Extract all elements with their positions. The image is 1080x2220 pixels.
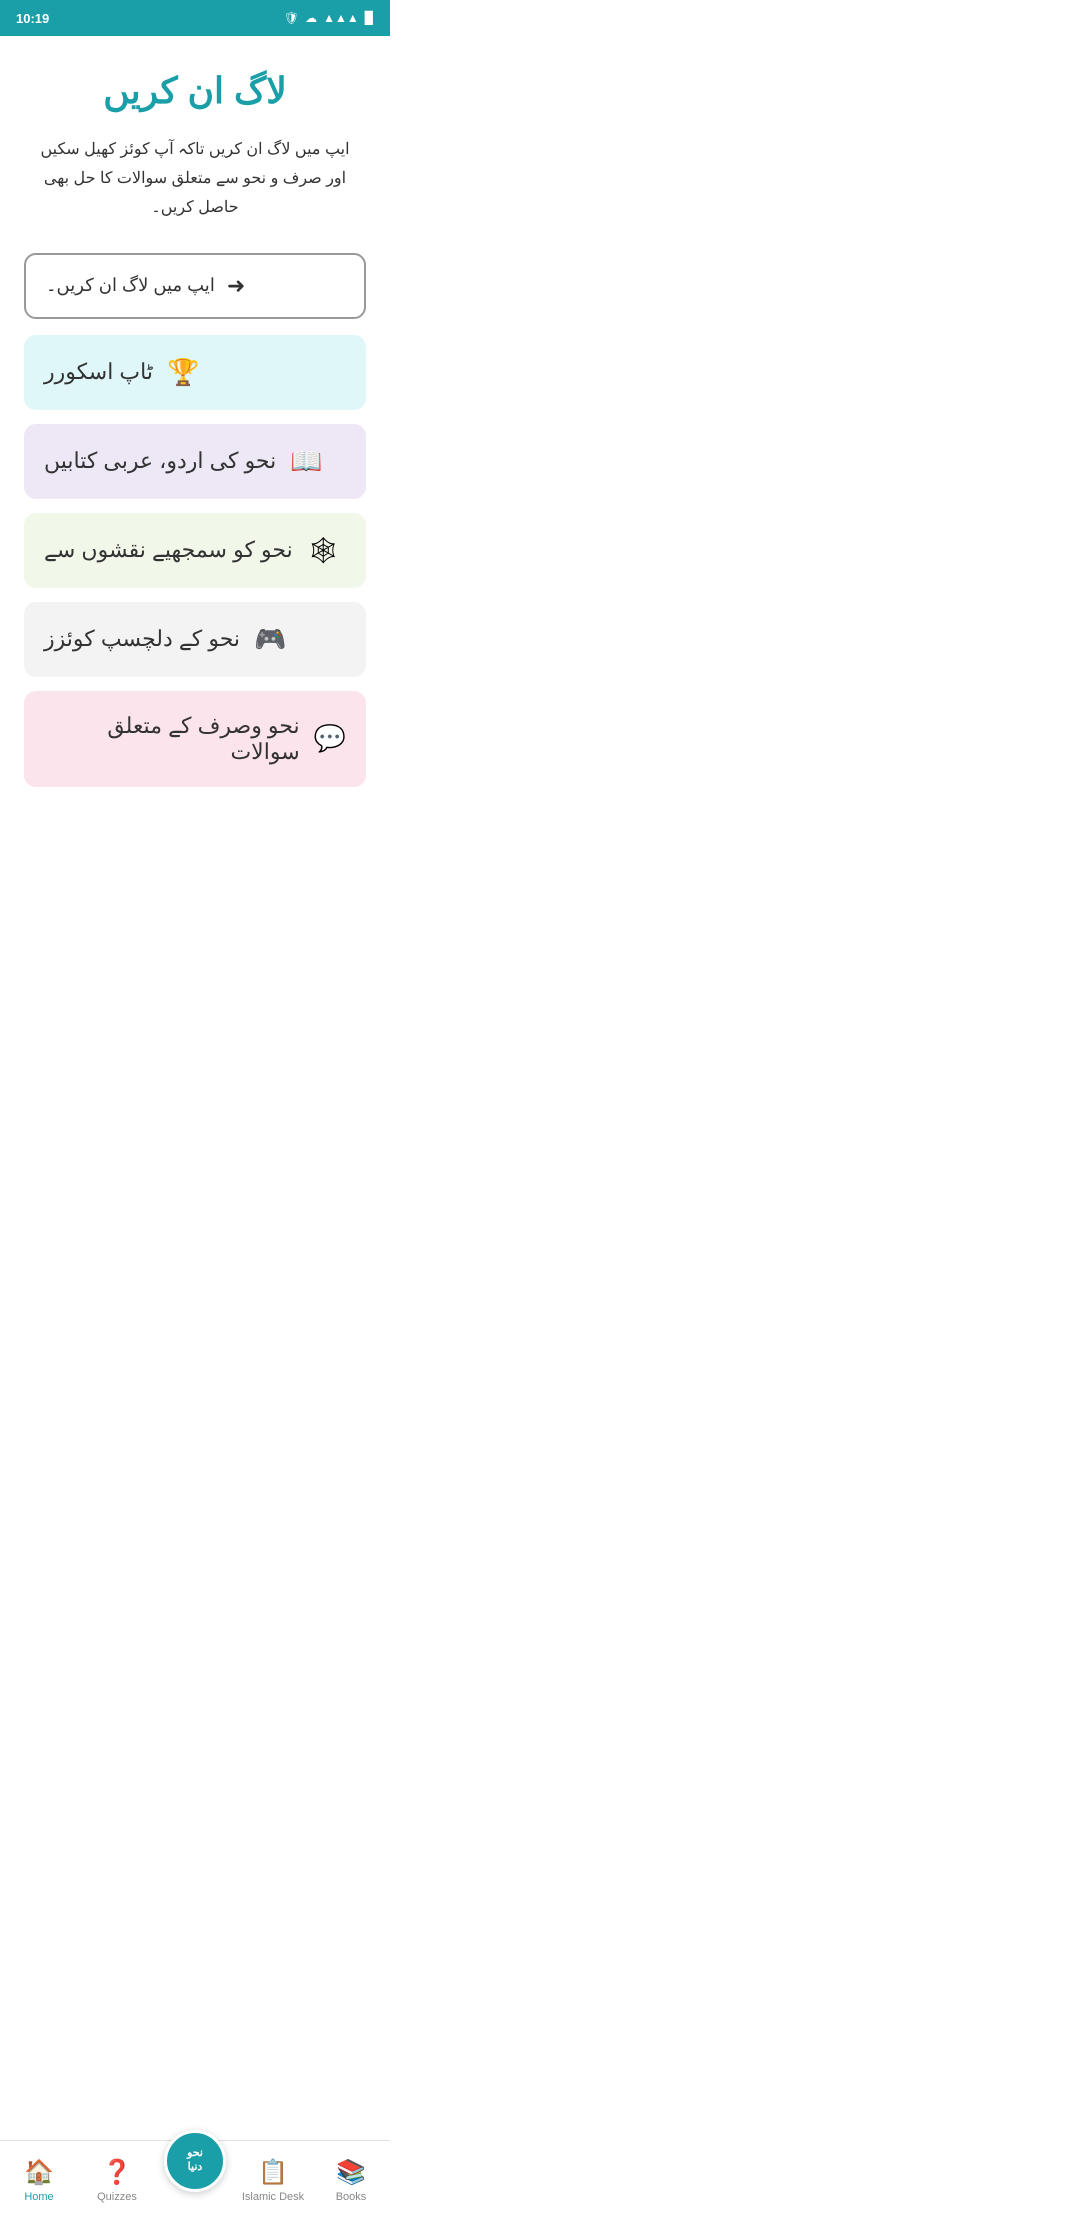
quizzes-card[interactable]: 🎮 نحو کے دلچسپ کوئزز (24, 602, 366, 677)
quiz-nav-icon: ❓ (102, 2158, 132, 2187)
status-time: 10:19 (16, 11, 49, 26)
center-circle[interactable]: نحودنیا (164, 2130, 226, 2192)
nav-islamic-desk[interactable]: 📋 Islamic Desk (234, 2158, 312, 2203)
islamic-desk-icon: 📋 (258, 2158, 288, 2187)
main-content: لاگ ان کریں ایپ میں لاگ ان کریں تاکہ آپ … (0, 36, 390, 901)
trophy-icon: 🏆 (167, 357, 199, 388)
nav-books[interactable]: 📚 Books (312, 2158, 390, 2203)
questions-card[interactable]: 💬 نحو وصرف کے متعلق سوالات (24, 691, 366, 787)
status-bar: 10:19 🛡 ☁ ▲▲▲ ▉ (0, 0, 390, 36)
home-icon: 🏠 (24, 2158, 54, 2187)
quizzes-label: نحو کے دلچسپ کوئزز (44, 626, 240, 652)
shield-icon: 🛡 (284, 11, 299, 25)
book-icon: 📖 (290, 446, 322, 477)
page-title: لاگ ان کریں (24, 66, 366, 116)
network-icon: 🕸 (307, 535, 340, 566)
login-button-text: ایپ میں لاگ ان کریں۔ (46, 275, 215, 296)
books-nav-label: Books (336, 2191, 367, 2203)
questions-icon: 💬 (314, 723, 346, 754)
diagrams-card[interactable]: 🕸 نحو کو سمجھیے نقشوں سے (24, 513, 366, 588)
battery-icon: ▉ (365, 11, 374, 25)
login-button[interactable]: ➜ ایپ میں لاگ ان کریں۔ (24, 253, 366, 319)
nav-center[interactable]: نحودنیا (156, 2130, 234, 2192)
signal-icon: ▲▲▲ (323, 11, 359, 25)
diagrams-label: نحو کو سمجھیے نقشوں سے (44, 537, 293, 563)
nav-home[interactable]: 🏠 Home (0, 2158, 78, 2203)
quiz-icon: 🎮 (254, 624, 286, 655)
top-scores-label: ٹاپ اسکورر (44, 359, 153, 385)
books-card[interactable]: 📖 نحو کی اردو، عربی کتابیں (24, 424, 366, 499)
nahw-logo-icon: نحودنیا (187, 2147, 203, 2173)
bottom-nav: 🏠 Home ❓ Quizzes نحودنیا 📋 Islamic Desk … (0, 2140, 390, 2220)
questions-label: نحو وصرف کے متعلق سوالات (44, 713, 300, 765)
books-nav-icon: 📚 (336, 2158, 366, 2187)
page-description: ایپ میں لاگ ان کریں تاکہ آپ کوئز کھیل سک… (24, 136, 366, 222)
books-label: نحو کی اردو، عربی کتابیں (44, 448, 276, 474)
quizzes-nav-label: Quizzes (97, 2191, 137, 2203)
top-scores-card[interactable]: 🏆 ٹاپ اسکورر (24, 335, 366, 410)
login-arrow-icon: ➜ (227, 273, 245, 299)
nav-quizzes[interactable]: ❓ Quizzes (78, 2158, 156, 2203)
status-icons: 🛡 ☁ ▲▲▲ ▉ (284, 11, 374, 25)
cloud-icon: ☁ (305, 11, 317, 25)
home-label: Home (24, 2191, 53, 2203)
islamic-desk-label: Islamic Desk (242, 2191, 304, 2203)
